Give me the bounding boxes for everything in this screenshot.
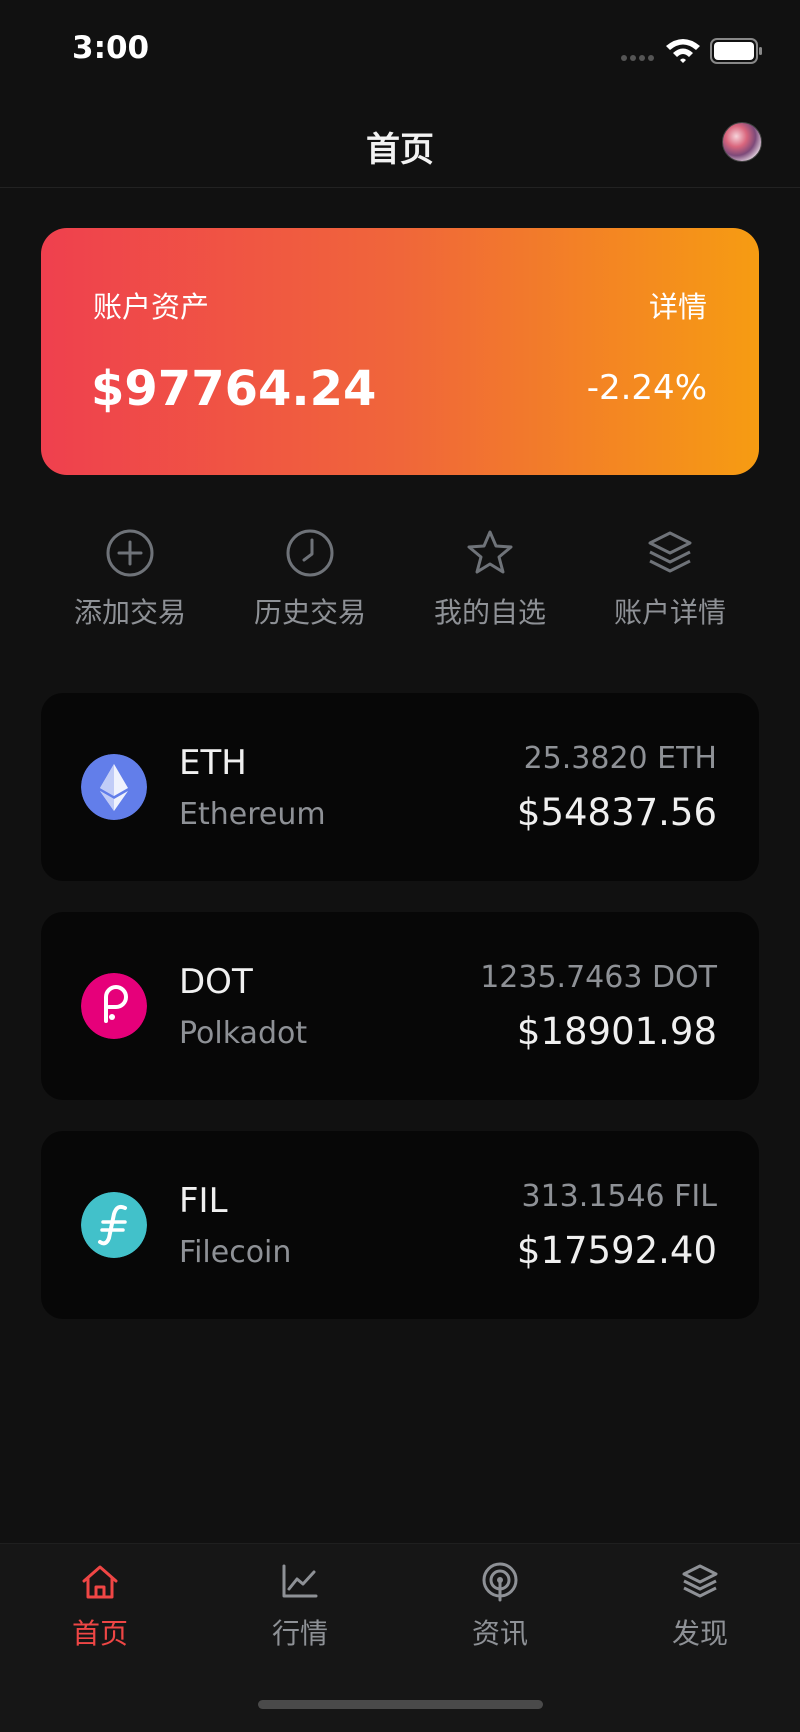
home-icon: [82, 1565, 118, 1599]
coin-name: Filecoin: [179, 1235, 292, 1270]
account-asset-card[interactable]: 账户资产 详情 $97764.24 -2.24%: [41, 228, 759, 475]
quick-action-label: 历史交易: [253, 596, 366, 629]
home-indicator[interactable]: [258, 1700, 543, 1709]
coin-symbol: FIL: [179, 1181, 228, 1221]
page-title: 首页: [366, 130, 434, 170]
ethereum-logo-icon: [81, 754, 147, 820]
cellular-signal-icon: [621, 55, 654, 61]
quick-action-label: 账户详情: [613, 596, 726, 629]
clock-icon: [286, 529, 334, 577]
coin-symbol: ETH: [179, 743, 247, 783]
broadcast-icon: [482, 1562, 518, 1602]
asset-total-value: $97764.24: [91, 361, 377, 417]
tab-label: 行情: [271, 1617, 328, 1650]
tab-label: 资讯: [471, 1617, 528, 1650]
coin-value: $54837.56: [516, 791, 717, 834]
coin-name: Polkadot: [179, 1016, 308, 1051]
coin-value: $18901.98: [516, 1010, 717, 1053]
trade-history-button[interactable]: 历史交易: [220, 525, 400, 635]
holding-card-eth[interactable]: ETH Ethereum 25.3820 ETH $54837.56: [41, 693, 759, 881]
battery-icon: [710, 38, 762, 64]
holding-card-dot[interactable]: DOT Polkadot 1235.7463 DOT $18901.98: [41, 912, 759, 1100]
coin-amount: 1235.7463 DOT: [480, 960, 717, 995]
add-circle-icon: [106, 529, 154, 577]
coin-symbol: DOT: [179, 962, 253, 1002]
status-time: 3:00: [72, 30, 150, 66]
coin-amount: 313.1546 FIL: [521, 1179, 718, 1214]
add-trade-button[interactable]: 添加交易: [40, 525, 220, 635]
status-bar: 3:00: [0, 0, 800, 100]
asset-change-percent: -2.24%: [586, 368, 707, 408]
tab-label: 发现: [671, 1617, 728, 1650]
navigation-bar: 首页: [0, 100, 800, 188]
tab-home[interactable]: 首页: [0, 1562, 200, 1652]
filecoin-logo-icon: [81, 1192, 147, 1258]
quick-actions: 添加交易 历史交易 我的自选 账户详情: [0, 525, 800, 635]
asset-detail-link[interactable]: 详情: [649, 284, 707, 326]
holding-card-fil[interactable]: FIL Filecoin 313.1546 FIL $17592.40: [41, 1131, 759, 1319]
tab-label: 首页: [71, 1617, 128, 1650]
layers-icon: [648, 531, 692, 573]
star-icon: [467, 530, 513, 574]
quick-action-label: 我的自选: [433, 596, 546, 629]
avatar[interactable]: [722, 122, 762, 162]
wifi-icon: [666, 39, 700, 63]
watchlist-button[interactable]: 我的自选: [400, 525, 580, 635]
quick-action-label: 添加交易: [73, 596, 186, 629]
tab-market[interactable]: 行情: [200, 1562, 400, 1652]
account-detail-button[interactable]: 账户详情: [580, 525, 760, 635]
tab-discover[interactable]: 发现: [600, 1562, 800, 1652]
line-chart-icon: [282, 1564, 318, 1598]
coin-amount: 25.3820 ETH: [523, 741, 717, 776]
asset-label: 账户资产: [93, 290, 210, 324]
tab-news[interactable]: 资讯: [400, 1562, 600, 1652]
polkadot-logo-icon: [81, 973, 147, 1039]
layers-icon: [682, 1564, 718, 1598]
coin-value: $17592.40: [516, 1229, 717, 1272]
coin-name: Ethereum: [179, 797, 326, 832]
